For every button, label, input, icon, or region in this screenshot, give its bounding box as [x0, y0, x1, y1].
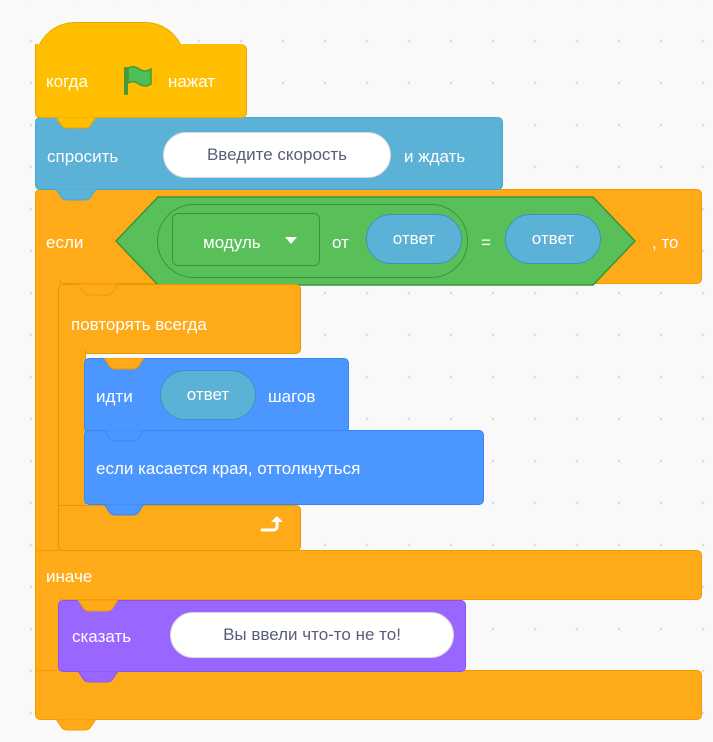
then-label: , то [652, 233, 679, 252]
function-dropdown-label: модуль [203, 233, 261, 252]
code-area[interactable]: { "scripts": { "when_flag": { "pre_label… [0, 0, 713, 742]
move-pre-label: идти [96, 387, 133, 406]
equals-sign: = [481, 233, 491, 252]
say-bottom-notch [78, 671, 118, 683]
ask-label: спросить [47, 147, 119, 166]
if-else-bottom-arm[interactable] [35, 670, 702, 720]
say-text-input[interactable]: Вы ввели что-то не то! [170, 612, 454, 658]
hat-cap-cover [36, 44, 184, 66]
ask-bottom-notch [56, 189, 96, 201]
loop-arrow-icon [260, 516, 283, 532]
else-bar[interactable] [35, 550, 702, 600]
else-label: иначе [46, 567, 93, 586]
bounce-label: если касается края, оттолкнуться [96, 459, 361, 478]
answer-reporter-move[interactable]: ответ [160, 370, 256, 420]
hat-bottom-notch [56, 117, 96, 129]
ask-question-input[interactable]: Введите скорость [163, 132, 391, 178]
if-else-bottom-notch [56, 719, 96, 731]
move-top-notch [104, 358, 144, 370]
answer-reporter-right[interactable]: ответ [505, 214, 601, 264]
forever-top-notch [78, 284, 118, 296]
of-label: от [332, 233, 349, 252]
dropdown-arrow-icon [285, 237, 297, 244]
bounce-bottom-notch [104, 504, 144, 516]
clicked-label: нажат [168, 72, 216, 91]
forever-label: повторять всегда [71, 315, 207, 334]
bounce-top-notch [104, 430, 144, 442]
forever-left-arm [58, 350, 86, 510]
if-label: если [46, 233, 84, 252]
answer-reporter-abs[interactable]: ответ [366, 214, 462, 264]
say-top-notch [78, 600, 118, 612]
when-label: когда [46, 72, 88, 91]
say-label: сказать [72, 627, 132, 646]
green-flag-icon [124, 65, 152, 95]
move-post-label: шагов [268, 387, 316, 406]
ask-suffix-label: и ждать [404, 147, 466, 166]
